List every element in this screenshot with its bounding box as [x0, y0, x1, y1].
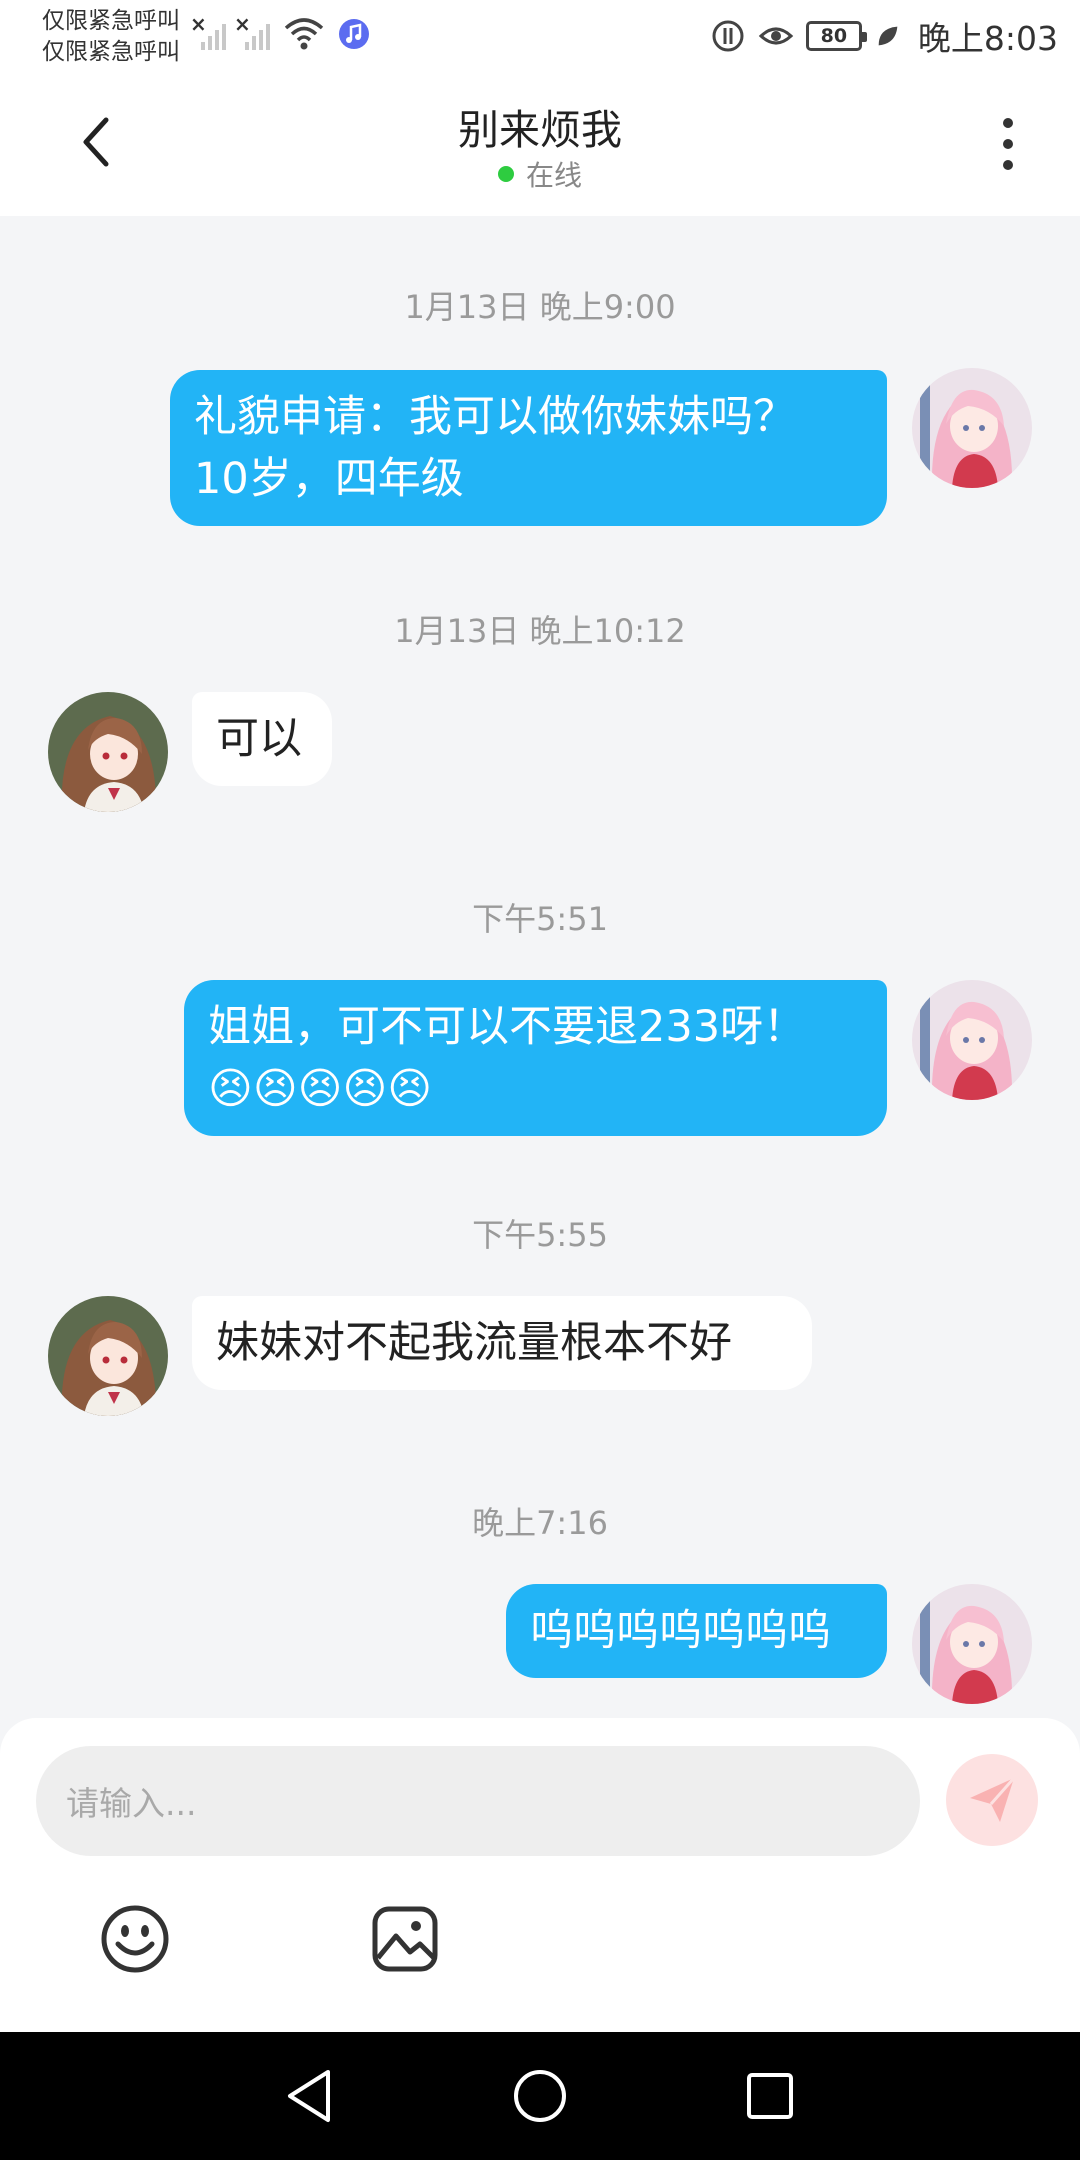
- battery-indicator: 80: [805, 21, 867, 51]
- my-avatar[interactable]: [912, 1584, 1032, 1704]
- brown-hair-avatar-image: [48, 692, 168, 812]
- signal-indicators: × ×: [190, 12, 370, 50]
- chat-header: 别来烦我 在线: [0, 72, 1080, 216]
- message-input[interactable]: 请输入...: [36, 1746, 920, 1856]
- image-button[interactable]: [370, 1904, 440, 1974]
- outgoing-message-bubble[interactable]: 呜呜呜呜呜呜呜: [506, 1584, 887, 1678]
- message-text: 礼貌申请：我可以做你妹妹吗？: [194, 392, 796, 442]
- incoming-message-bubble[interactable]: 妹妹对不起我流量根本不好: [192, 1296, 812, 1390]
- pink-hair-avatar-image: [912, 368, 1032, 488]
- eye-comfort-icon: [758, 27, 794, 45]
- send-button[interactable]: [946, 1754, 1038, 1846]
- pink-hair-avatar-image: [912, 1584, 1032, 1704]
- nav-back-button[interactable]: [276, 2062, 344, 2130]
- message-timestamp: 下午5:55: [472, 1216, 608, 1254]
- more-vertical-icon: [1003, 118, 1013, 128]
- message-timestamp: 下午5:51: [472, 900, 608, 938]
- message-text: 呜呜呜呜呜呜呜: [530, 1606, 831, 1656]
- carrier-line-2: 仅限紧急呼叫: [42, 39, 180, 65]
- my-avatar[interactable]: [912, 368, 1032, 488]
- battery-level: 80: [820, 25, 848, 47]
- message-composer: 请输入...: [0, 1718, 1080, 2032]
- chat-screen: 仅限紧急呼叫 仅限紧急呼叫 × × 80 晚上8:03 别来烦我 在线 1月13…: [0, 0, 1080, 2160]
- nav-home-button[interactable]: [506, 2062, 574, 2130]
- system-navigation-bar: [0, 2032, 1080, 2160]
- message-text: 姐姐，可不可以不要退233呀！: [208, 1002, 807, 1052]
- image-icon: [372, 1906, 438, 1972]
- wifi-icon: [284, 18, 324, 50]
- pink-hair-avatar-image: [912, 980, 1032, 1100]
- send-icon: [970, 1777, 1016, 1822]
- online-status-text: 在线: [525, 159, 582, 192]
- status-right: 80 晚上8:03: [710, 12, 1058, 60]
- more-options-button[interactable]: [986, 112, 1030, 176]
- contact-avatar[interactable]: [48, 692, 168, 812]
- input-placeholder: 请输入...: [66, 1784, 197, 1823]
- data-saver-icon: [712, 20, 744, 52]
- carrier-text: 仅限紧急呼叫 仅限紧急呼叫: [42, 6, 180, 68]
- message-text: 妹妹对不起我流量根本不好: [216, 1318, 732, 1368]
- nav-back-icon: [288, 2070, 330, 2122]
- contact-avatar[interactable]: [48, 1296, 168, 1416]
- my-avatar[interactable]: [912, 980, 1032, 1100]
- signal-1-icon: ×: [190, 12, 226, 50]
- brown-hair-avatar-image: [48, 1296, 168, 1416]
- outgoing-message-bubble[interactable]: 姐姐，可不可以不要退233呀！ 😣😣😣😣😣: [184, 980, 887, 1136]
- status-bar: 仅限紧急呼叫 仅限紧急呼叫 × × 80 晚上8:03: [0, 0, 1080, 72]
- online-dot-icon: [497, 166, 514, 182]
- message-timestamp: 1月13日 晚上10:12: [394, 612, 686, 650]
- message-text: 10岁，四年级: [194, 454, 464, 504]
- emoji-icon: [101, 1905, 169, 1973]
- contact-name: 别来烦我: [458, 106, 622, 154]
- persevering-face-emoji: 😣😣😣😣😣: [208, 1064, 433, 1114]
- message-timestamp: 晚上7:16: [472, 1504, 608, 1542]
- nav-recents-icon: [747, 2073, 793, 2119]
- emoji-button[interactable]: [100, 1904, 170, 1974]
- presence-status: 在线: [0, 154, 1080, 194]
- music-app-icon: [339, 19, 369, 49]
- incoming-message-bubble[interactable]: 可以: [192, 692, 332, 786]
- carrier-line-1: 仅限紧急呼叫: [42, 8, 180, 34]
- outgoing-message-bubble[interactable]: 礼貌申请：我可以做你妹妹吗？ 10岁，四年级: [170, 370, 887, 526]
- power-saving-leaf-icon: [878, 26, 898, 46]
- signal-2-icon: ×: [234, 12, 270, 50]
- status-time: 晚上8:03: [917, 19, 1058, 58]
- nav-home-icon: [514, 2070, 566, 2122]
- nav-recents-button[interactable]: [736, 2062, 804, 2130]
- message-text: 可以: [216, 714, 302, 764]
- message-timestamp: 1月13日 晚上9:00: [404, 288, 676, 326]
